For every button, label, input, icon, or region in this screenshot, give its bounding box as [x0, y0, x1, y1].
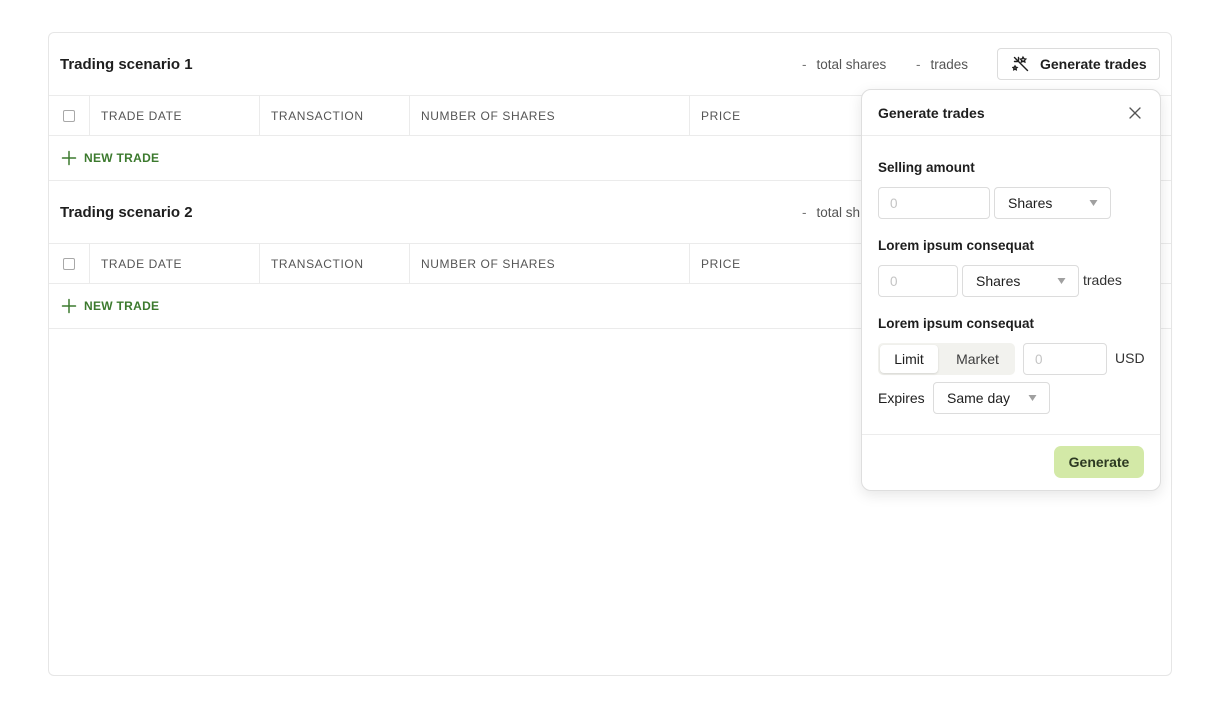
generate-trades-popover: Generate trades Selling amount Shares Lo… — [861, 89, 1161, 491]
column-transaction[interactable]: TRANSACTION — [259, 96, 409, 136]
selling-amount-label: Selling amount — [878, 160, 975, 175]
column-number-of-shares[interactable]: NUMBER OF SHARES — [409, 244, 689, 284]
scenario-1-new-trade-button[interactable]: NEW TRADE — [61, 136, 171, 180]
section-3-label: Lorem ipsum consequat — [878, 316, 1035, 331]
caret-down-icon — [1089, 200, 1098, 206]
generate-trades-button[interactable]: Generate trades — [997, 48, 1160, 80]
column-price[interactable]: PRICE — [689, 244, 869, 284]
column-trade-date[interactable]: TRADE DATE — [89, 244, 259, 284]
order-type-market[interactable]: Market — [942, 345, 1013, 373]
close-icon[interactable] — [1128, 106, 1142, 120]
caret-down-icon — [1057, 278, 1066, 284]
magic-wand-icon — [1012, 55, 1029, 72]
column-transaction[interactable]: TRANSACTION — [259, 244, 409, 284]
select-all-checkbox[interactable] — [63, 110, 75, 122]
plus-icon — [61, 298, 77, 314]
caret-down-icon — [1028, 395, 1037, 401]
trades-suffix: trades — [1083, 272, 1122, 288]
section-2-label: Lorem ipsum consequat — [878, 238, 1035, 253]
plus-icon — [61, 150, 77, 166]
column-trade-date[interactable]: TRADE DATE — [89, 96, 259, 136]
expires-label: Expires — [878, 390, 925, 406]
selling-amount-input[interactable] — [878, 187, 990, 219]
scenario-1-total-shares: - total shares — [802, 56, 887, 72]
price-input[interactable] — [1023, 343, 1107, 375]
scenario-2-total-shares: - total sh — [802, 204, 861, 220]
divider — [862, 135, 1160, 136]
column-price[interactable]: PRICE — [689, 96, 869, 136]
section-2-input[interactable] — [878, 265, 958, 297]
scenario-1-title: Trading scenario 1 — [60, 55, 193, 73]
select-all-checkbox[interactable] — [63, 258, 75, 270]
scenario-1-header: Trading scenario 1 - total shares - trad… — [49, 33, 1171, 96]
generate-button[interactable]: Generate — [1054, 446, 1144, 478]
scenario-2-new-trade-button[interactable]: NEW TRADE — [61, 284, 171, 328]
scenario-1-trades-count: - trades — [916, 56, 969, 72]
selling-amount-unit-select[interactable]: Shares — [994, 187, 1111, 219]
section-2-unit-select[interactable]: Shares — [962, 265, 1079, 297]
scenario-2-title: Trading scenario 2 — [60, 203, 193, 221]
currency-suffix: USD — [1115, 350, 1145, 366]
order-type-limit[interactable]: Limit — [880, 345, 938, 373]
popover-title: Generate trades — [878, 105, 985, 121]
divider — [862, 434, 1160, 435]
expires-select[interactable]: Same day — [933, 382, 1050, 414]
order-type-toggle: Limit Market — [878, 343, 1015, 375]
column-number-of-shares[interactable]: NUMBER OF SHARES — [409, 96, 689, 136]
